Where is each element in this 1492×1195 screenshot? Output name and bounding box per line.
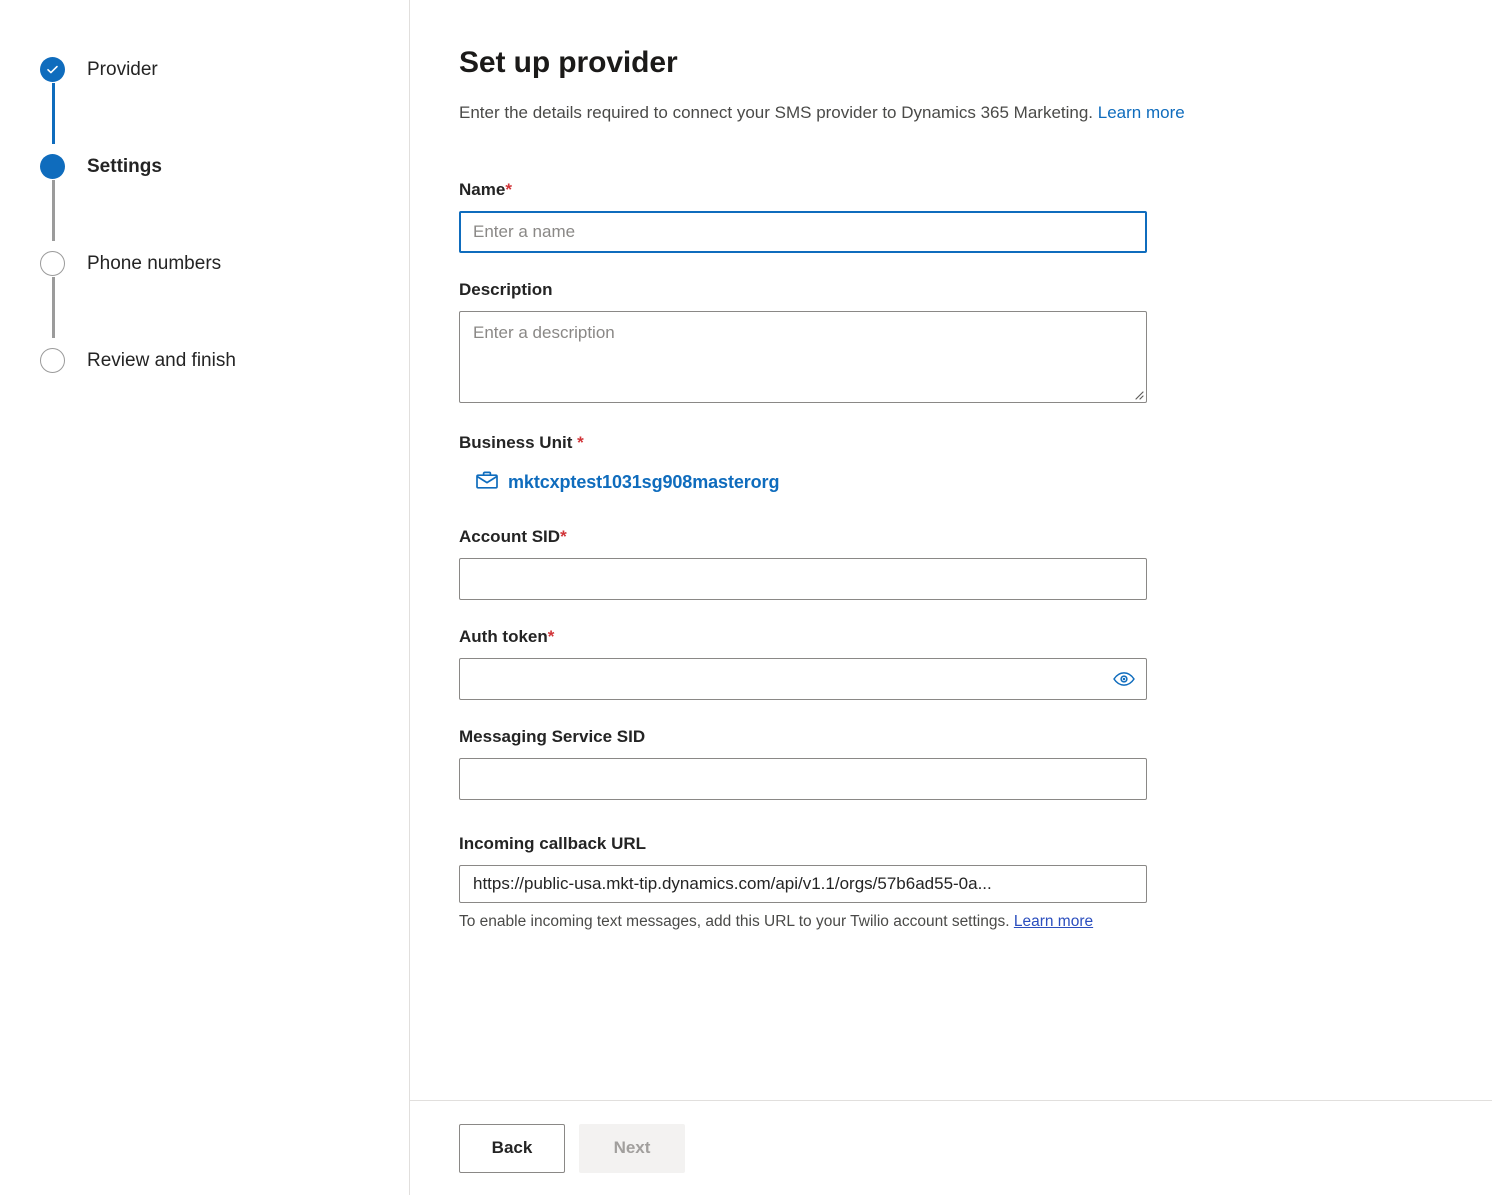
- empty-circle-icon: [40, 347, 65, 373]
- page-title: Set up provider: [459, 46, 678, 79]
- main-panel: Set up provider Enter the details requir…: [410, 0, 1492, 1195]
- briefcase-icon: [476, 471, 498, 494]
- page-subtitle: Enter the details required to connect yo…: [459, 102, 1442, 124]
- wizard-stepper-sidebar: Provider Settings Phone numbers Review a…: [0, 0, 410, 1195]
- account-sid-input[interactable]: [459, 558, 1147, 601]
- setup-provider-wizard: Provider Settings Phone numbers Review a…: [0, 0, 1492, 1195]
- description-textarea[interactable]: [459, 311, 1147, 404]
- field-name: Name*: [459, 180, 1442, 254]
- form-content: Set up provider Enter the details requir…: [410, 0, 1492, 1100]
- sidebar-item-provider[interactable]: Provider: [40, 55, 370, 83]
- filled-circle-icon: [40, 153, 65, 179]
- wizard-footer: Back Next: [410, 1100, 1492, 1195]
- business-unit-link[interactable]: mktcxptest1031sg908masterorg: [508, 472, 779, 493]
- sidebar-item-review-and-finish[interactable]: Review and finish: [40, 346, 370, 374]
- stepper: Provider Settings Phone numbers Review a…: [40, 55, 370, 374]
- sidebar-item-label: Provider: [87, 58, 158, 80]
- stepper-connector-1: [52, 83, 55, 144]
- field-description: Description: [459, 280, 1442, 404]
- description-label: Description: [459, 280, 553, 300]
- sidebar-item-label: Phone numbers: [87, 252, 222, 274]
- stepper-connector-3: [52, 277, 55, 338]
- field-auth-token: Auth token*: [459, 627, 1442, 701]
- name-label-text: Name: [459, 180, 506, 200]
- learn-more-link[interactable]: Learn more: [1098, 103, 1185, 122]
- required-asterisk: *: [505, 180, 512, 200]
- business-unit-label-text: Business Unit: [459, 433, 578, 453]
- next-button[interactable]: Next: [579, 1123, 685, 1173]
- name-input[interactable]: [459, 211, 1147, 254]
- check-icon: [40, 56, 65, 82]
- field-incoming-callback-url: Incoming callback URL To enable incoming…: [459, 834, 1442, 935]
- incoming-callback-url-label: Incoming callback URL: [459, 834, 647, 854]
- field-messaging-service-sid: Messaging Service SID: [459, 727, 1442, 801]
- business-unit-label: Business Unit *: [459, 433, 1442, 453]
- auth-token-input[interactable]: [459, 658, 1147, 701]
- back-button[interactable]: Back: [459, 1123, 565, 1173]
- sidebar-item-label: Review and finish: [87, 349, 236, 371]
- name-label: Name*: [459, 180, 1442, 200]
- sidebar-item-phone-numbers[interactable]: Phone numbers: [40, 249, 370, 277]
- account-sid-label-text: Account SID: [459, 527, 561, 547]
- auth-token-label-text: Auth token: [459, 627, 548, 647]
- empty-circle-icon: [40, 250, 65, 276]
- incoming-callback-url-input[interactable]: [459, 865, 1147, 904]
- auth-token-input-wrap: [459, 658, 1147, 701]
- help-text-body: To enable incoming text messages, add th…: [459, 913, 1014, 931]
- page-subtitle-text: Enter the details required to connect yo…: [459, 103, 1094, 122]
- eye-icon[interactable]: [1113, 672, 1135, 686]
- incoming-callback-url-help: To enable incoming text messages, add th…: [459, 908, 1143, 935]
- required-asterisk: *: [577, 433, 584, 453]
- sidebar-item-settings[interactable]: Settings: [40, 152, 370, 180]
- required-asterisk: *: [560, 527, 567, 547]
- messaging-service-sid-label: Messaging Service SID: [459, 727, 646, 747]
- required-asterisk: *: [547, 627, 555, 647]
- account-sid-label: Account SID*: [459, 527, 1442, 547]
- field-business-unit: Business Unit * mktcxptest1031sg908maste…: [459, 433, 1442, 494]
- help-learn-more-link[interactable]: Learn more: [1014, 913, 1093, 930]
- sidebar-item-label: Settings: [87, 155, 162, 177]
- stepper-connector-2: [52, 180, 55, 241]
- messaging-service-sid-input[interactable]: [459, 758, 1147, 801]
- field-account-sid: Account SID*: [459, 527, 1442, 601]
- description-textarea-wrap: [459, 311, 1147, 404]
- auth-token-label: Auth token*: [459, 627, 1442, 647]
- business-unit-value[interactable]: mktcxptest1031sg908masterorg: [476, 471, 1442, 494]
